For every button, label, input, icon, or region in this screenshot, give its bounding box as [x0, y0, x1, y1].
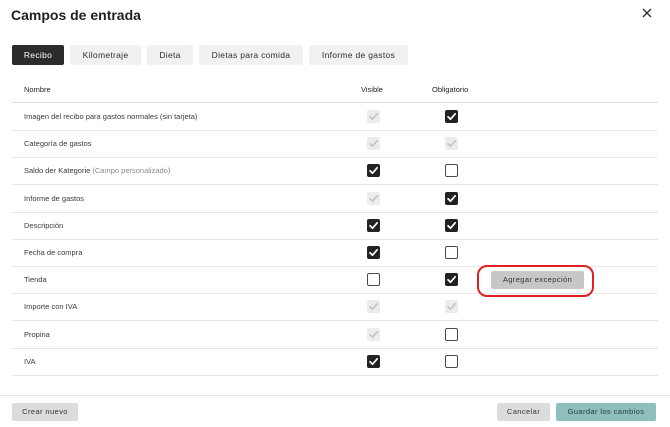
table-row: Informe de gastos [12, 185, 658, 213]
required-checkbox[interactable] [445, 327, 458, 341]
field-name: Descripción [24, 221, 63, 230]
cancel-button[interactable]: Cancelar [497, 403, 550, 421]
field-name-text: Categoría de gastos [24, 139, 92, 149]
field-name-text: Tienda [24, 275, 47, 285]
field-name: IVA [24, 357, 36, 366]
required-checkbox[interactable] [445, 354, 458, 368]
create-new-button[interactable]: Crear nuevo [12, 403, 78, 421]
table-row: Propina [12, 321, 658, 349]
visible-checkbox[interactable] [367, 218, 380, 232]
field-name: Informe de gastos [24, 194, 84, 203]
field-name-text: Propina [24, 329, 50, 339]
field-name-text: IVA [24, 356, 36, 366]
table-row: Saldo der Kategorie (Campo personalizado… [12, 157, 658, 186]
highlight-annotation [477, 265, 594, 297]
field-name: Categoría de gastos [24, 139, 92, 148]
tab-kilometraje[interactable]: Kilometraje [70, 45, 141, 65]
table-row: Categoría de gastos [12, 130, 658, 159]
field-name: Imagen del recibo para gastos normales (… [24, 112, 197, 121]
field-hint: (Campo personalizado) [92, 166, 171, 176]
required-checkbox[interactable] [445, 164, 458, 178]
required-checkbox[interactable] [445, 273, 458, 287]
field-name-text: Informe de gastos [24, 193, 85, 203]
visible-checkbox[interactable] [367, 273, 380, 287]
column-header-visible: Visible [361, 85, 383, 94]
visible-checkbox [367, 110, 380, 123]
field-name: Tienda [24, 275, 47, 284]
visible-checkbox [367, 191, 380, 205]
table-row: Descripción [12, 212, 658, 240]
tab-dieta[interactable]: Dieta [147, 45, 193, 65]
visible-checkbox[interactable] [367, 164, 380, 178]
field-name: Fecha de compra [24, 248, 82, 257]
column-header-name: Nombre [24, 85, 51, 94]
fields-table: Nombre Visible Obligatorio Imagen del re… [12, 78, 658, 382]
dialog-title: Campos de entrada [11, 7, 141, 23]
tab-recibo[interactable]: Recibo [12, 45, 64, 65]
field-name-text: Saldo der Kategorie [24, 166, 91, 176]
field-name-text: Fecha de compra [24, 248, 83, 257]
visible-checkbox [367, 137, 380, 151]
table-header: Nombre Visible Obligatorio [12, 78, 658, 103]
required-checkbox [445, 300, 458, 314]
field-name: Importe con IVA [24, 302, 77, 311]
visible-checkbox [367, 300, 380, 314]
table-row: Importe con IVA [12, 293, 658, 322]
column-header-required: Obligatorio [432, 85, 469, 94]
required-checkbox [445, 137, 458, 151]
close-icon[interactable] [638, 4, 656, 22]
table-row: IVA [12, 348, 658, 376]
field-name: Saldo der Kategorie (Campo personalizado… [24, 166, 170, 175]
footer-divider [0, 395, 670, 396]
field-name-text: Descripción [24, 220, 64, 230]
table-row: Fecha de compra [12, 239, 658, 267]
required-checkbox[interactable] [445, 218, 458, 232]
visible-checkbox[interactable] [367, 246, 380, 259]
visible-checkbox[interactable] [367, 354, 380, 368]
field-name: Propina [24, 330, 50, 339]
tab-dietas-para-comida[interactable]: Dietas para comida [199, 45, 303, 65]
required-checkbox[interactable] [445, 191, 458, 205]
tab-informe-de-gastos[interactable]: Informe de gastos [309, 45, 408, 65]
required-checkbox[interactable] [445, 110, 458, 123]
visible-checkbox [367, 327, 380, 341]
table-row: Imagen del recibo para gastos normales (… [12, 103, 658, 131]
save-changes-button[interactable]: Guardar los cambios [556, 403, 656, 421]
field-name-text: Importe con IVA [24, 302, 78, 312]
field-name-text: Imagen del recibo para gastos normales (… [24, 112, 198, 121]
required-checkbox[interactable] [445, 246, 458, 259]
